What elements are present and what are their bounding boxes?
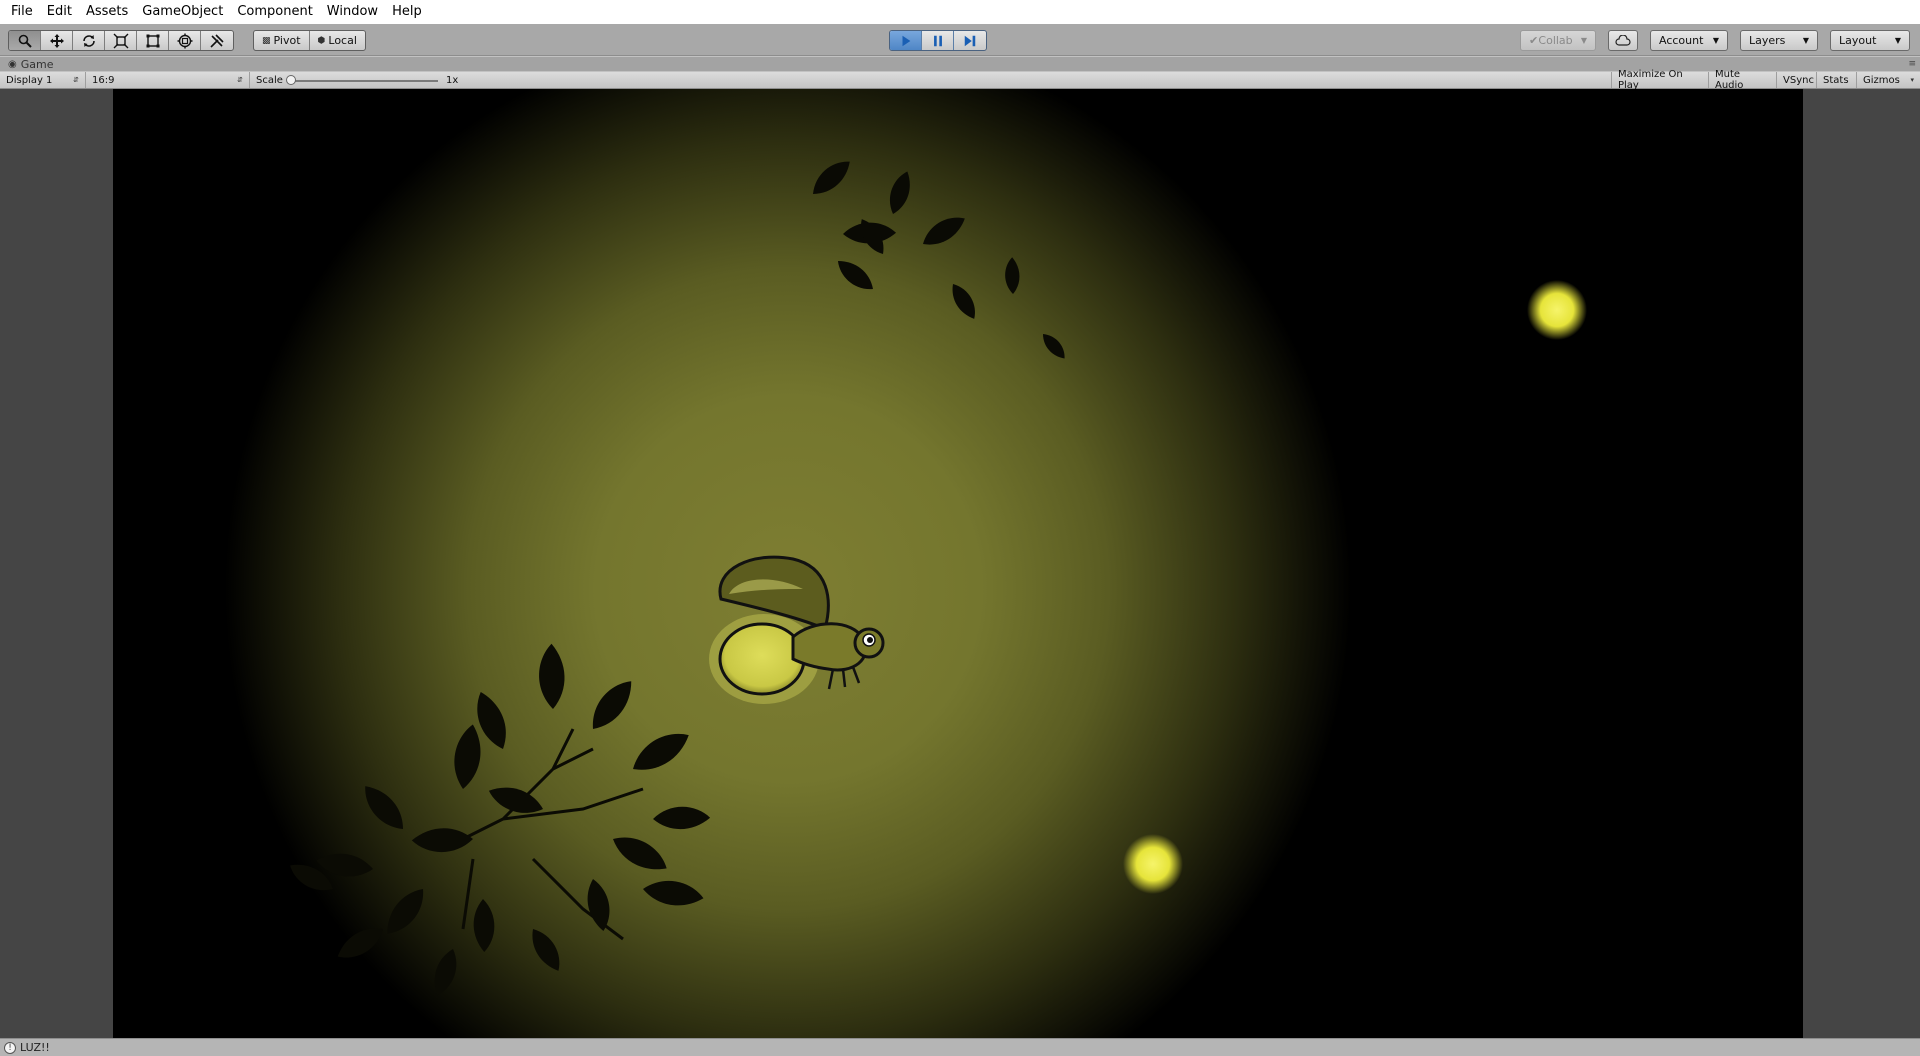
status-bar: ! LUZ!! bbox=[0, 1038, 1920, 1056]
pivot-toggle-group: ▩ Pivot ⬢ Local bbox=[253, 30, 366, 51]
menu-edit[interactable]: Edit bbox=[40, 0, 79, 24]
pause-icon bbox=[933, 35, 942, 46]
menu-file[interactable]: File bbox=[4, 0, 40, 24]
layout-dropdown[interactable]: Layout ▼ bbox=[1830, 30, 1910, 51]
scale-icon bbox=[113, 33, 128, 48]
custom-tool-button[interactable] bbox=[201, 31, 233, 50]
chevron-down-icon: ▼ bbox=[1580, 36, 1587, 45]
menu-gameobject[interactable]: GameObject bbox=[135, 0, 230, 24]
pivot-label: Pivot bbox=[273, 34, 301, 47]
maximize-on-play-toggle[interactable]: Maximize On Play bbox=[1611, 69, 1709, 91]
cloud-icon bbox=[1615, 34, 1631, 46]
rect-icon bbox=[146, 34, 159, 47]
cloud-button[interactable] bbox=[1608, 30, 1638, 51]
firefly-player[interactable] bbox=[709, 555, 885, 704]
step-icon bbox=[964, 35, 976, 46]
transform-tools bbox=[8, 30, 234, 51]
playmode-controls bbox=[889, 30, 987, 51]
game-view-toolbar: Display 1 ⇵ 16:9 ⇵ Scale 1x Maximize On … bbox=[0, 69, 1920, 91]
mute-audio-toggle[interactable]: Mute Audio bbox=[1709, 69, 1777, 91]
menu-assets[interactable]: Assets bbox=[79, 0, 135, 24]
gizmos-dropdown[interactable]: Gizmos ▾ bbox=[1857, 72, 1920, 88]
aspect-label: 16:9 bbox=[92, 74, 115, 86]
scale-tool-button[interactable] bbox=[105, 31, 137, 50]
transform-tool-button[interactable] bbox=[169, 31, 201, 50]
game-tab-label: Game bbox=[20, 57, 54, 71]
pivot-icon: ▩ bbox=[262, 35, 271, 46]
transform-icon bbox=[177, 33, 192, 48]
local-button[interactable]: ⬢ Local bbox=[310, 31, 365, 50]
menu-bar: File Edit Assets GameObject Component Wi… bbox=[0, 0, 1920, 24]
chevron-down-icon: ▾ bbox=[1910, 76, 1914, 84]
local-icon: ⬢ bbox=[317, 35, 326, 46]
rotate-tool-button[interactable] bbox=[73, 31, 105, 50]
chevron-updown-icon: ⇵ bbox=[237, 76, 243, 84]
gizmos-label: Gizmos bbox=[1863, 74, 1900, 86]
game-scene bbox=[286, 156, 1587, 999]
step-button[interactable] bbox=[954, 31, 986, 50]
move-tool-button[interactable] bbox=[41, 31, 73, 50]
layers-label: Layers bbox=[1749, 34, 1786, 47]
chevron-down-icon: ▼ bbox=[1712, 36, 1719, 45]
game-viewport[interactable] bbox=[113, 89, 1803, 1038]
tab-game[interactable]: ◉ Game bbox=[8, 57, 53, 71]
chevron-down-icon: ▼ bbox=[1802, 36, 1809, 45]
chevron-down-icon: ▼ bbox=[1894, 36, 1901, 45]
rotate-icon bbox=[82, 34, 95, 47]
pivot-button[interactable]: ▩ Pivot bbox=[254, 31, 310, 50]
status-message[interactable]: LUZ!! bbox=[20, 1041, 50, 1054]
vsync-toggle[interactable]: VSync bbox=[1777, 72, 1817, 88]
collab-label: Collab bbox=[1538, 34, 1573, 47]
layout-label: Layout bbox=[1839, 34, 1877, 47]
chevron-updown-icon: ⇵ bbox=[73, 76, 79, 84]
play-icon bbox=[902, 35, 910, 46]
display-label: Display 1 bbox=[6, 74, 53, 86]
local-label: Local bbox=[328, 34, 357, 47]
hand-tool-button[interactable] bbox=[9, 31, 41, 50]
game-tab-icon: ◉ bbox=[8, 58, 17, 70]
rect-tool-button[interactable] bbox=[137, 31, 169, 50]
move-icon bbox=[49, 33, 64, 48]
menu-component[interactable]: Component bbox=[230, 0, 319, 24]
layers-dropdown[interactable]: Layers ▼ bbox=[1740, 30, 1818, 51]
custom-tool-icon bbox=[210, 33, 224, 48]
menu-help[interactable]: Help bbox=[385, 0, 429, 24]
info-icon: ! bbox=[4, 1041, 16, 1054]
hand-icon bbox=[18, 34, 32, 48]
menu-window[interactable]: Window bbox=[320, 0, 385, 24]
scale-slider-handle[interactable] bbox=[286, 75, 296, 85]
collab-dropdown[interactable]: ✔ Collab ▼ bbox=[1520, 30, 1596, 51]
main-toolbar: ▩ Pivot ⬢ Local ✔ Collab ▼ Account ▼ Lay… bbox=[0, 24, 1920, 56]
stats-toggle[interactable]: Stats bbox=[1817, 72, 1857, 88]
account-dropdown[interactable]: Account ▼ bbox=[1650, 30, 1728, 51]
scale-value: 1x bbox=[446, 74, 459, 86]
top-leaves bbox=[805, 156, 1068, 364]
glow-orb-bottom bbox=[1123, 834, 1183, 894]
game-view bbox=[0, 89, 1920, 1038]
pause-button[interactable] bbox=[922, 31, 954, 50]
aspect-dropdown[interactable]: 16:9 ⇵ bbox=[86, 72, 250, 88]
scale-slider-track[interactable] bbox=[290, 80, 438, 82]
account-label: Account bbox=[1659, 34, 1704, 47]
tab-menu-icon[interactable]: ≡ bbox=[1908, 59, 1916, 69]
play-button[interactable] bbox=[890, 31, 922, 50]
bottom-left-bush bbox=[286, 642, 712, 999]
check-icon: ✔ bbox=[1529, 34, 1539, 47]
display-dropdown[interactable]: Display 1 ⇵ bbox=[0, 72, 86, 88]
glow-orb-right bbox=[1527, 280, 1587, 340]
